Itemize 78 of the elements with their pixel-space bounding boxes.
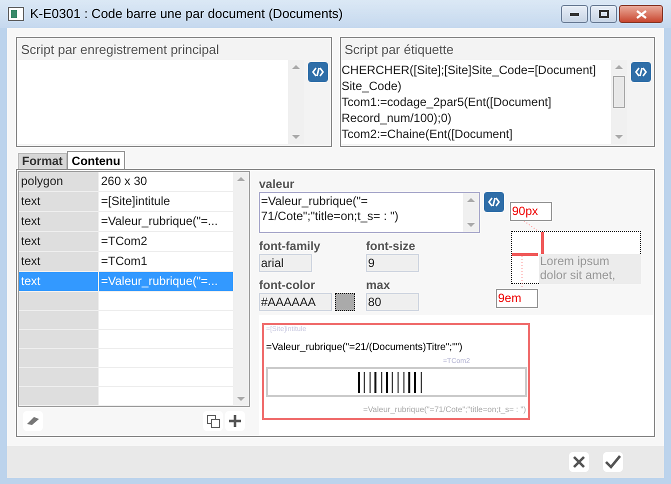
copy-icon: [206, 414, 220, 428]
duplicate-button[interactable]: [203, 411, 223, 431]
scrollbar[interactable]: [463, 193, 479, 232]
scroll-up-icon: [467, 197, 475, 202]
plus-icon: [229, 415, 241, 427]
window-title: K-E0301 : Code barre une par document (Documents): [30, 5, 343, 24]
type-cell: text: [19, 252, 98, 271]
field-label: font-family: [259, 239, 322, 254]
scrollbar[interactable]: [233, 172, 249, 406]
code-button[interactable]: [631, 62, 651, 82]
element-row[interactable]: text =[Site]intitule: [19, 192, 233, 212]
checkmark-icon: [605, 455, 621, 469]
window-app-icon: [8, 7, 24, 21]
maximize-button[interactable]: [590, 5, 617, 23]
minimize-icon: [570, 12, 579, 16]
add-button[interactable]: [225, 411, 245, 431]
preview-text: =Valeur_rubrique("=21/(Documents)Titre";""): [266, 341, 462, 354]
text-field[interactable]: arial: [259, 254, 312, 272]
tab[interactable]: Contenu: [66, 151, 126, 169]
scroll-up-icon: [292, 64, 300, 69]
type-cell: text: [19, 192, 98, 211]
preview-text: =Valeur_rubrique("=71/Cote";"title=on;t_s= : "): [363, 404, 526, 415]
field-label: font-color: [259, 278, 316, 293]
close-icon: [573, 456, 585, 468]
minimize-button[interactable]: [561, 5, 588, 23]
code-icon: [312, 67, 324, 77]
leader-line: [523, 221, 539, 231]
field-value: =Valeur_rubrique("=: [261, 194, 369, 209]
panel-title: Script par enregistrement principal: [20, 41, 220, 59]
field-label: valeur: [259, 176, 296, 192]
type-cell: text: [19, 212, 98, 231]
field-label: font-size: [366, 239, 416, 254]
restore-icon: [598, 10, 608, 18]
color-swatch[interactable]: [335, 293, 355, 311]
scroll-down-icon: [292, 135, 300, 140]
script-line: Site_Code): [342, 78, 403, 94]
close-button[interactable]: [619, 5, 663, 23]
width-marker: [541, 232, 544, 254]
script-line: Tcom2:=Chaine(Ent([Document]: [342, 126, 514, 142]
scroll-down-icon: [237, 397, 245, 402]
text-field[interactable]: 9: [366, 254, 419, 272]
type-cell-text: text: [20, 273, 42, 290]
field-value: 71/Cote";"title=on;t_s= : "): [261, 209, 400, 224]
panel-title: Script par étiquette: [344, 41, 455, 59]
element-row[interactable]: polygon 260 x 30: [19, 172, 233, 192]
height-marker: [512, 253, 538, 256]
scroll-up-icon: [237, 176, 245, 181]
confirm-button[interactable]: [603, 452, 623, 472]
field-label: max: [366, 278, 392, 293]
code-button[interactable]: [484, 192, 504, 212]
script-field[interactable]: CHERCHER([Site];[Site]Site_Code=[Document] Site_Code) Tcom1:=codage_2par5(Ent([Document] Record_num/100);0) Tcom2:=Chaine(Ent([Document]: [340, 60, 627, 144]
script-field[interactable]: [17, 60, 304, 144]
scroll-thumb[interactable]: [613, 76, 625, 108]
code-icon: [635, 67, 647, 77]
text-field[interactable]: #AAAAAA: [259, 293, 332, 311]
element-row[interactable]: text =TCom2: [19, 232, 233, 252]
eraser-button[interactable]: [23, 411, 43, 431]
scroll-down-icon: [615, 135, 623, 140]
sample-text: Lorem ipsum dolor sit amet,: [539, 254, 641, 284]
scroll-down-icon: [467, 223, 475, 228]
valeur-field[interactable]: =Valeur_rubrique("= 71/Cote";"title=on;t_s= : "): [259, 192, 480, 233]
type-cell: polygon: [19, 172, 98, 191]
height-field[interactable]: 9em: [496, 289, 538, 308]
code-icon: [488, 197, 500, 207]
width-field[interactable]: 90px: [510, 202, 552, 221]
script-line: CHERCHER([Site];[Site]Site_Code=[Document]: [342, 62, 597, 78]
eraser-icon: [26, 416, 40, 426]
cancel-button[interactable]: [569, 452, 589, 472]
leader-line: [521, 256, 523, 289]
scroll-up-icon: [615, 64, 623, 69]
text-field[interactable]: 80: [366, 293, 419, 311]
code-button[interactable]: [308, 62, 328, 82]
script-line: Tcom1:=codage_2par5(Ent([Document]: [342, 94, 552, 110]
tab[interactable]: Format: [18, 153, 67, 169]
element-row[interactable]: text =Valeur_rubrique("=...: [19, 212, 233, 232]
script-line: Record_num/100);0): [342, 110, 453, 126]
type-cell: text: [19, 232, 98, 251]
close-icon: [636, 10, 646, 18]
